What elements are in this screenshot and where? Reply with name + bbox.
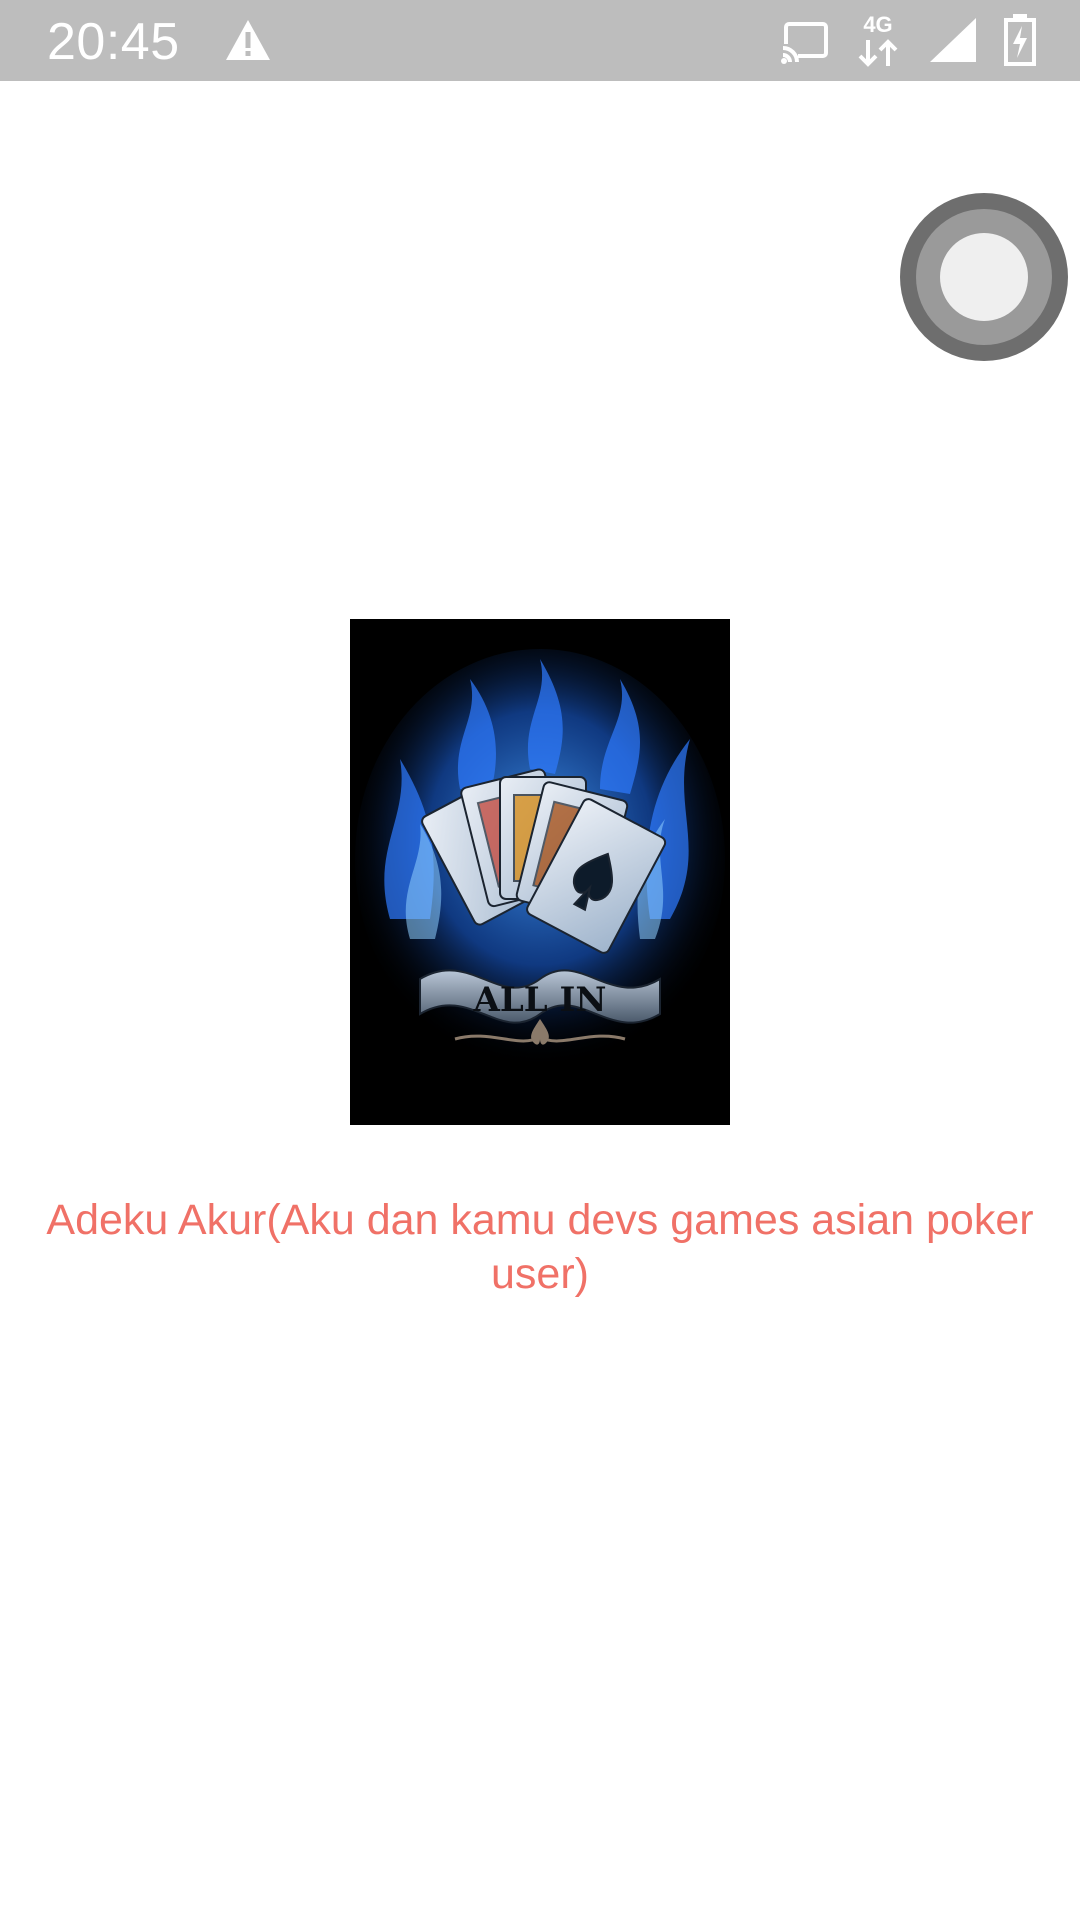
cover-image: ALL IN <box>350 619 730 1125</box>
assistive-touch-icon <box>940 233 1028 321</box>
signal-icon <box>930 18 976 62</box>
cover-banner-text: ALL IN <box>472 980 606 1020</box>
network-type-label: 4G <box>863 12 893 37</box>
status-bar: 20:45 4G <box>0 0 1080 81</box>
app-caption: Adeku Akur(Aku dan kamu devs games asian… <box>46 1196 1034 1298</box>
status-time: 20:45 <box>47 13 180 71</box>
cast-icon <box>780 22 828 66</box>
floating-assistive-button[interactable] <box>900 193 1068 361</box>
network-4g-icon: 4G <box>856 12 900 67</box>
warning-icon <box>226 20 270 60</box>
playing-cards-flames-icon: ALL IN <box>350 619 730 1125</box>
battery-charging-icon <box>1004 14 1036 66</box>
